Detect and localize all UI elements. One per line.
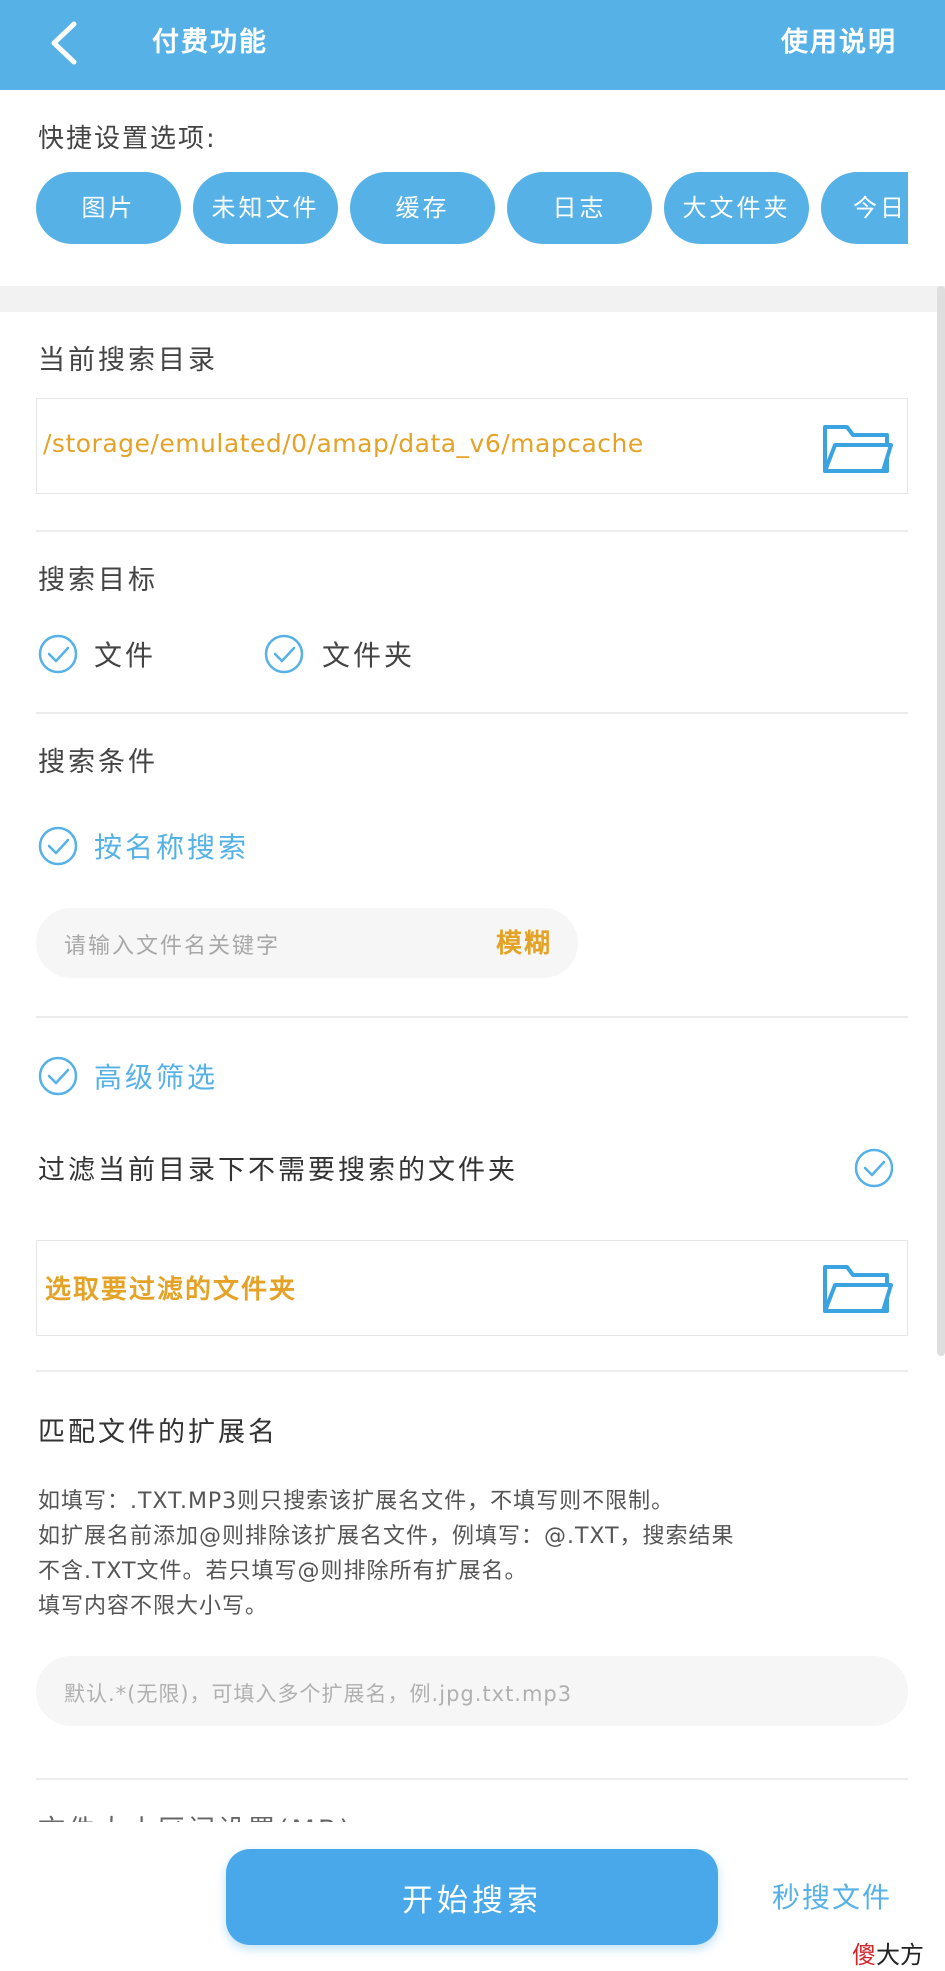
extensions-input[interactable]: 默认.*(无限)，可填入多个扩展名，例.jpg.txt.mp3 (36, 1656, 908, 1726)
search-dir-field[interactable]: /storage/emulated/0/amap/data_v6/mapcach… (36, 398, 908, 494)
page-title: 付费功能 (152, 27, 268, 58)
target-files-label[interactable]: 文件 (94, 634, 156, 674)
chip-logs[interactable]: 日志 (507, 172, 652, 244)
extensions-desc-line: 不含.TXT文件。若只填写@则排除所有扩展名。 (38, 1559, 528, 1584)
divider (36, 530, 908, 532)
extensions-desc-line: 如扩展名前添加@则排除该扩展名文件，例填写：@.TXT，搜索结果 (38, 1524, 735, 1549)
filter-folders-label: 过滤当前目录下不需要搜索的文件夹 (38, 1155, 518, 1186)
start-search-button[interactable]: 开始搜索 (226, 1849, 718, 1945)
quick-search-link[interactable]: 秒搜文件 (772, 1876, 892, 1916)
extensions-description: 如填写：.TXT.MP3则只搜索该扩展名文件，不填写则不限制。 如扩展名前添加@… (38, 1484, 908, 1624)
extensions-placeholder: 默认.*(无限)，可填入多个扩展名，例.jpg.txt.mp3 (64, 1682, 573, 1706)
section-separator (0, 286, 945, 312)
extensions-title: 匹配文件的扩展名 (38, 1417, 278, 1448)
watermark: 傻大方 (852, 1935, 924, 1970)
help-link[interactable]: 使用说明 (781, 20, 897, 59)
watermark-black: 大方 (876, 1941, 924, 1969)
chip-cache[interactable]: 缓存 (350, 172, 495, 244)
divider (36, 1016, 908, 1018)
folder-open-icon[interactable] (821, 1257, 893, 1317)
search-dir-label: 当前搜索目录 (38, 345, 218, 376)
check-circle-icon[interactable] (854, 1148, 894, 1188)
search-by-name-label[interactable]: 按名称搜索 (94, 826, 249, 866)
scrollbar[interactable] (937, 286, 945, 1356)
check-circle-icon[interactable] (38, 826, 78, 866)
extensions-desc-line: 填写内容不限大小写。 (38, 1594, 269, 1619)
search-target-label: 搜索目标 (38, 565, 158, 596)
quick-settings-label: 快捷设置选项: (38, 124, 217, 154)
pick-filter-folders-field[interactable]: 选取要过滤的文件夹 (36, 1240, 908, 1336)
quick-settings-chips: 图片未知文件缓存日志大文件夹今日文 (36, 172, 908, 246)
search-dir-path: /storage/emulated/0/amap/data_v6/mapcach… (43, 429, 644, 458)
check-circle-icon[interactable] (264, 634, 304, 674)
chip-large-folders[interactable]: 大文件夹 (664, 172, 809, 244)
size-range-label: 文件大小区间设置(MB) (38, 1808, 353, 1822)
chip-today-files[interactable]: 今日文 (821, 172, 908, 244)
watermark-red: 傻 (852, 1941, 876, 1969)
folder-open-icon[interactable] (821, 417, 893, 477)
divider (36, 1778, 908, 1780)
divider (36, 1370, 908, 1372)
check-circle-icon[interactable] (38, 634, 78, 674)
target-folders-label[interactable]: 文件夹 (322, 634, 415, 674)
app-header: 付费功能 使用说明 (0, 0, 945, 90)
chip-unknown-files[interactable]: 未知文件 (193, 172, 338, 244)
advanced-filter-label[interactable]: 高级筛选 (94, 1056, 218, 1096)
fuzzy-toggle[interactable]: 模糊 (496, 923, 552, 960)
check-circle-icon[interactable] (38, 1056, 78, 1096)
extensions-desc-line: 如填写：.TXT.MP3则只搜索该扩展名文件，不填写则不限制。 (38, 1489, 675, 1514)
keyword-input[interactable]: 请输入文件名关键字 模糊 (36, 908, 578, 978)
keyword-placeholder: 请输入文件名关键字 (64, 934, 281, 959)
search-conditions-label: 搜索条件 (38, 747, 158, 778)
divider (36, 712, 908, 714)
pick-filter-folders-label: 选取要过滤的文件夹 (45, 1275, 298, 1305)
chip-images[interactable]: 图片 (36, 172, 181, 244)
chevron-left-icon[interactable] (44, 18, 84, 68)
